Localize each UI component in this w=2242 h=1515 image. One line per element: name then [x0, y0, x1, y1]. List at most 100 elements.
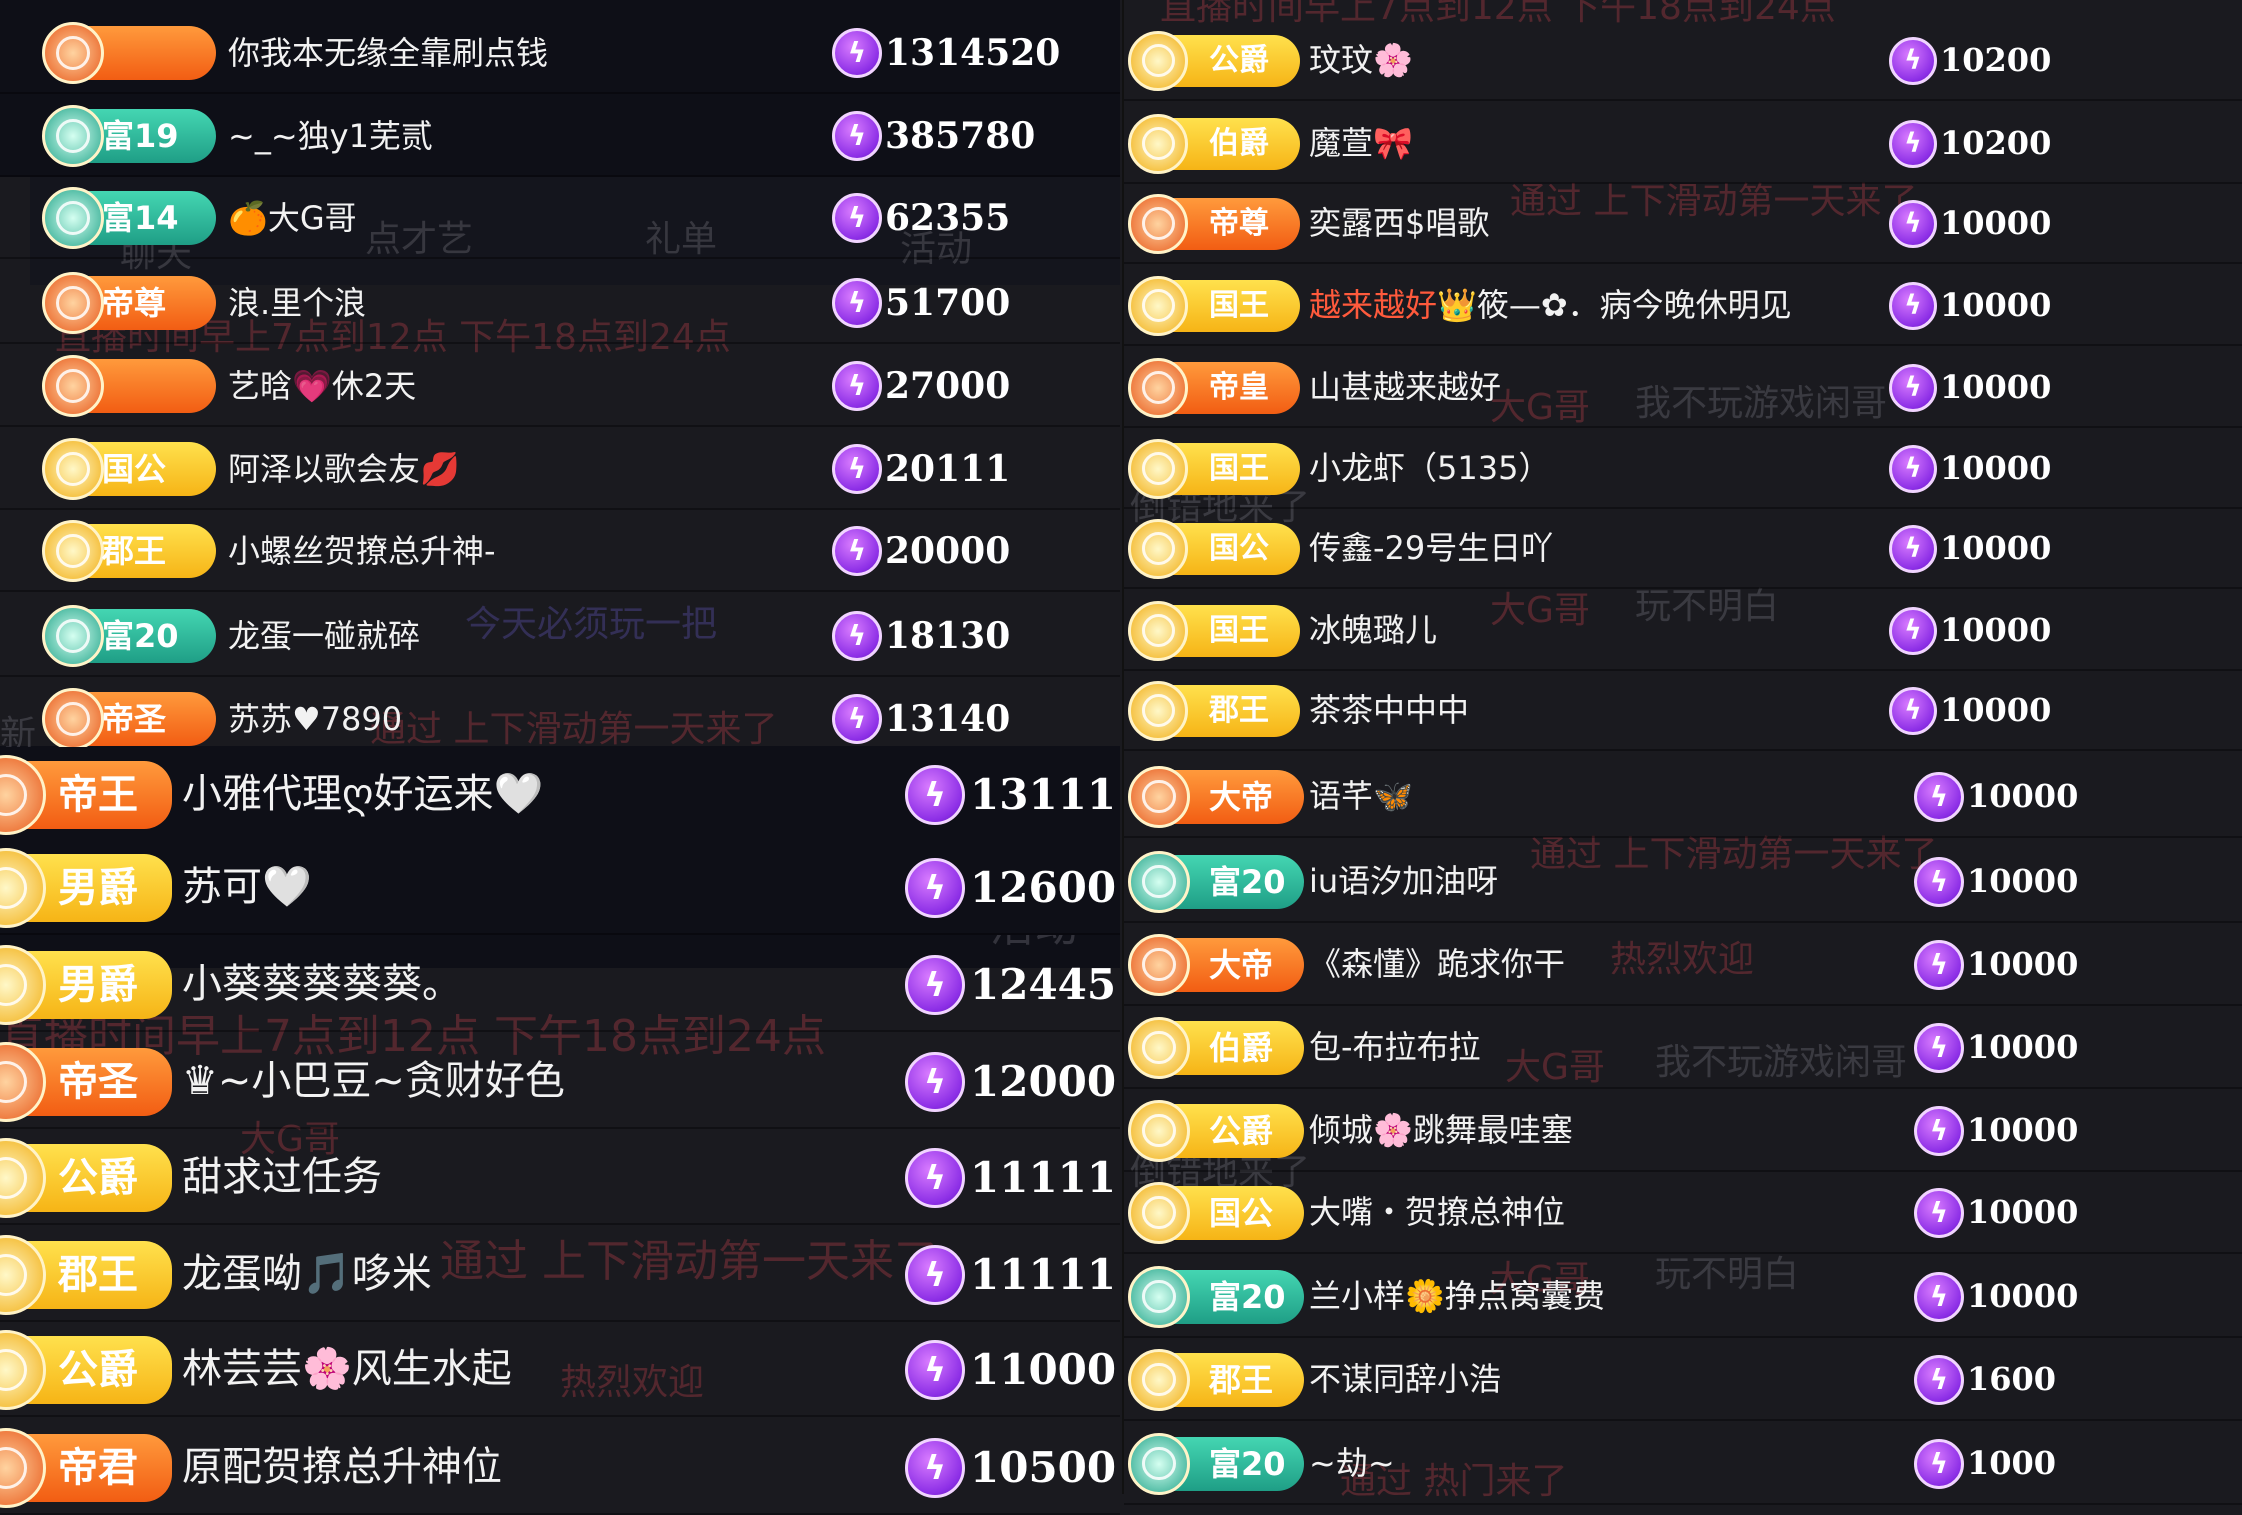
leaderboard-row[interactable]: 富20 ~劫~ ϟ 1000 — [1124, 1422, 2242, 1505]
rank-badge: 公爵 — [1128, 30, 1300, 91]
user-name[interactable]: 不谋同辞小浩 — [1309, 1338, 1501, 1421]
rank-badge-label: 郡王 — [1209, 692, 1269, 728]
leaderboard-row[interactable]: 国公 阿泽以歌会友💋 ϟ 20111 — [0, 428, 1120, 510]
leaderboard-row[interactable]: 郡王 小螺丝贺撩总升神-ϟ 20000 — [0, 510, 1120, 592]
leaderboard-row[interactable]: 富19 ~_~独y1芜贰 ϟ 385780 — [0, 95, 1120, 177]
rank-emblem-icon — [1128, 518, 1188, 579]
user-name[interactable]: 茶茶中中中 — [1309, 670, 1469, 751]
leaderboard-row[interactable]: 国公 大嘴・贺撩总神位 ϟ 10000 — [1124, 1171, 2242, 1254]
user-name[interactable]: 龙蛋呦🎵哆米 — [182, 1227, 432, 1322]
leaderboard-row[interactable]: 帝王 小雅代理ღ好运来🤍 ϟ 13111 — [0, 747, 1120, 842]
leaderboard-row[interactable]: 你我本无缘全靠刷点钱 ϟ 1314520 — [0, 12, 1120, 94]
rank-badge-label: 帝君 — [58, 1444, 138, 1491]
leaderboard-row[interactable]: 国公 传鑫-29号生日吖 ϟ 10000 — [1124, 508, 2242, 589]
user-name[interactable]: 语芊🦋 — [1309, 755, 1413, 838]
user-name[interactable]: iu语汐加油呀 — [1309, 840, 1498, 923]
gift-amount: 10000 — [1940, 449, 2052, 487]
user-name[interactable]: 冰魄璐儿 — [1309, 590, 1437, 671]
rank-badge-label: 国公 — [1209, 1193, 1274, 1232]
gift-amount: 27000 — [885, 365, 1011, 407]
rank-badge: 国公 — [1128, 1181, 1304, 1244]
leaderboard-row[interactable]: 帝尊 浪.里个浪 ϟ 51700 — [0, 262, 1120, 344]
rank-badge-label: 帝尊 — [1209, 205, 1269, 241]
lightning-coin-icon: ϟ — [1889, 686, 1937, 735]
lightning-coin-icon: ϟ — [905, 1339, 965, 1400]
leaderboard-row[interactable]: 帝君 原配贺撩总升神位 ϟ 10500 — [0, 1420, 1120, 1515]
rank-badge: 富19 — [42, 105, 216, 167]
user-name[interactable]: 甜求过任务 — [182, 1130, 382, 1225]
rank-emblem-icon — [42, 105, 104, 167]
user-name[interactable]: 小龙虾（5135） — [1309, 428, 1550, 509]
leaderboard-row[interactable]: 郡王 茶茶中中中 ϟ 10000 — [1124, 670, 2242, 751]
user-name[interactable]: 龙蛋一碰就碎 — [228, 595, 420, 677]
user-name[interactable]: 浪.里个浪 — [228, 262, 366, 344]
user-name[interactable]: 🍊大G哥 — [228, 177, 357, 259]
gift-amount: 10000 — [1967, 777, 2079, 815]
user-name[interactable]: 艺晗💗休2天 — [228, 345, 416, 427]
user-name[interactable]: 兰小样🌼挣点窝囊费 — [1309, 1255, 1605, 1338]
leaderboard-row[interactable]: 公爵 倾城🌸跳舞最哇塞 ϟ 10000 — [1124, 1089, 2242, 1172]
leaderboard-row[interactable]: 郡王 不谋同辞小浩 ϟ 1600 — [1124, 1338, 2242, 1421]
leaderboard-row[interactable]: 国王 小龙虾（5135） ϟ 10000 — [1124, 428, 2242, 509]
user-name[interactable]: 小螺丝贺撩总升神- — [228, 510, 496, 592]
user-name[interactable]: 玟玟🌸 — [1309, 20, 1413, 101]
gift-amount: 385780 — [885, 115, 1036, 157]
user-name[interactable]: 原配贺撩总升神位 — [182, 1420, 502, 1515]
leaderboard-row[interactable]: 富20 兰小样🌼挣点窝囊费 ϟ 10000 — [1124, 1255, 2242, 1338]
lightning-coin-icon: ϟ — [832, 611, 882, 661]
lightning-coin-icon: ϟ — [905, 1437, 965, 1498]
user-name[interactable]: 越来越好👑筱—✿．病今晚休明见 — [1309, 265, 1792, 346]
user-name[interactable]: 你我本无缘全靠刷点钱 — [228, 12, 548, 94]
leaderboard-row[interactable]: 艺晗💗休2天 ϟ 27000 — [0, 345, 1120, 427]
user-name[interactable]: 包-布拉布拉 — [1309, 1006, 1481, 1089]
user-name[interactable]: 小葵葵葵葵葵。 — [182, 937, 462, 1032]
gift-amount: 10000 — [1940, 611, 2052, 649]
user-name[interactable]: 林芸芸🌸风生水起 — [182, 1322, 512, 1417]
user-name[interactable]: 大嘴・贺撩总神位 — [1309, 1171, 1565, 1254]
lightning-coin-icon: ϟ — [905, 857, 965, 918]
leaderboard-row[interactable]: 公爵 甜求过任务 ϟ 11111 — [0, 1130, 1120, 1225]
leaderboard-row[interactable]: 帝尊 奕露西$唱歌 ϟ 10000 — [1124, 183, 2242, 264]
leaderboard-row[interactable]: 富14 🍊大G哥 ϟ 62355 — [0, 177, 1120, 259]
gift-amount: 10200 — [1940, 41, 2052, 79]
lightning-coin-icon: ϟ — [832, 193, 882, 243]
rank-emblem-icon — [1128, 438, 1188, 499]
rank-badge-label: 富20 — [1209, 1277, 1286, 1316]
leaderboard-row[interactable]: 伯爵 魔萱🎀 ϟ 10200 — [1124, 103, 2242, 184]
leaderboard-row[interactable]: 富20 iu语汐加油呀 ϟ 10000 — [1124, 840, 2242, 923]
leaderboard-row[interactable]: 大帝 《森懂》跪求你干 ϟ 10000 — [1124, 923, 2242, 1006]
leaderboard-row[interactable]: 国王 越来越好👑筱—✿．病今晚休明见 ϟ 10000 — [1124, 265, 2242, 346]
rank-badge-label: 帝王 — [58, 771, 138, 818]
user-name[interactable]: 《森懂》跪求你干 — [1309, 923, 1565, 1006]
user-name[interactable]: 山甚越来越好 — [1309, 347, 1501, 428]
user-name[interactable]: ~_~独y1芜贰 — [228, 95, 433, 177]
user-name[interactable]: 倾城🌸跳舞最哇塞 — [1309, 1089, 1573, 1172]
rank-emblem-icon — [42, 605, 104, 667]
gift-amount: 1000 — [1967, 1444, 2057, 1482]
leaderboard-row[interactable]: 郡王 龙蛋呦🎵哆米 ϟ 11111 — [0, 1227, 1120, 1322]
leaderboard-row[interactable]: 男爵 小葵葵葵葵葵。 ϟ 12445 — [0, 937, 1120, 1032]
leaderboard-row[interactable]: 帝圣 ♛~小巴豆~贪财好色 ϟ 12000 — [0, 1034, 1120, 1129]
leaderboard-row[interactable]: 男爵 苏可🤍 ϟ 12600 — [0, 840, 1120, 935]
leaderboard-row[interactable]: 帝皇 山甚越来越好 ϟ 10000 — [1124, 347, 2242, 428]
leaderboard-row[interactable]: 国王 冰魄璐儿 ϟ 10000 — [1124, 590, 2242, 671]
user-name[interactable]: 魔萱🎀 — [1309, 103, 1413, 184]
lightning-coin-icon: ϟ — [1889, 281, 1937, 330]
user-name[interactable]: 阿泽以歌会友💋 — [228, 428, 460, 510]
leaderboard-row[interactable]: 公爵 林芸芸🌸风生水起 ϟ 11000 — [0, 1322, 1120, 1417]
user-name[interactable]: 奕露西$唱歌 — [1309, 183, 1489, 264]
user-name[interactable]: 苏可🤍 — [182, 840, 312, 935]
user-name[interactable]: ~劫~ — [1309, 1422, 1395, 1505]
leaderboard-row[interactable]: 公爵 玟玟🌸 ϟ 10200 — [1124, 20, 2242, 101]
user-name[interactable]: 小雅代理ღ好运来🤍 — [182, 747, 543, 842]
leaderboard-row[interactable]: 大帝 语芊🦋 ϟ 10000 — [1124, 755, 2242, 838]
leaderboard-row[interactable]: 富20 龙蛋一碰就碎 ϟ 18130 — [0, 595, 1120, 677]
gift-amount: 1600 — [1967, 1360, 2057, 1398]
leaderboard-row[interactable]: 伯爵 包-布拉布拉 ϟ 10000 — [1124, 1006, 2242, 1089]
rank-badge-label: 公爵 — [1209, 1111, 1274, 1150]
rank-emblem-icon — [1128, 1181, 1190, 1244]
rank-badge-label: 男爵 — [58, 864, 138, 911]
user-name[interactable]: ♛~小巴豆~贪财好色 — [182, 1034, 565, 1129]
user-name[interactable]: 传鑫-29号生日吖 — [1309, 508, 1553, 589]
gift-amount: 62355 — [885, 197, 1011, 239]
